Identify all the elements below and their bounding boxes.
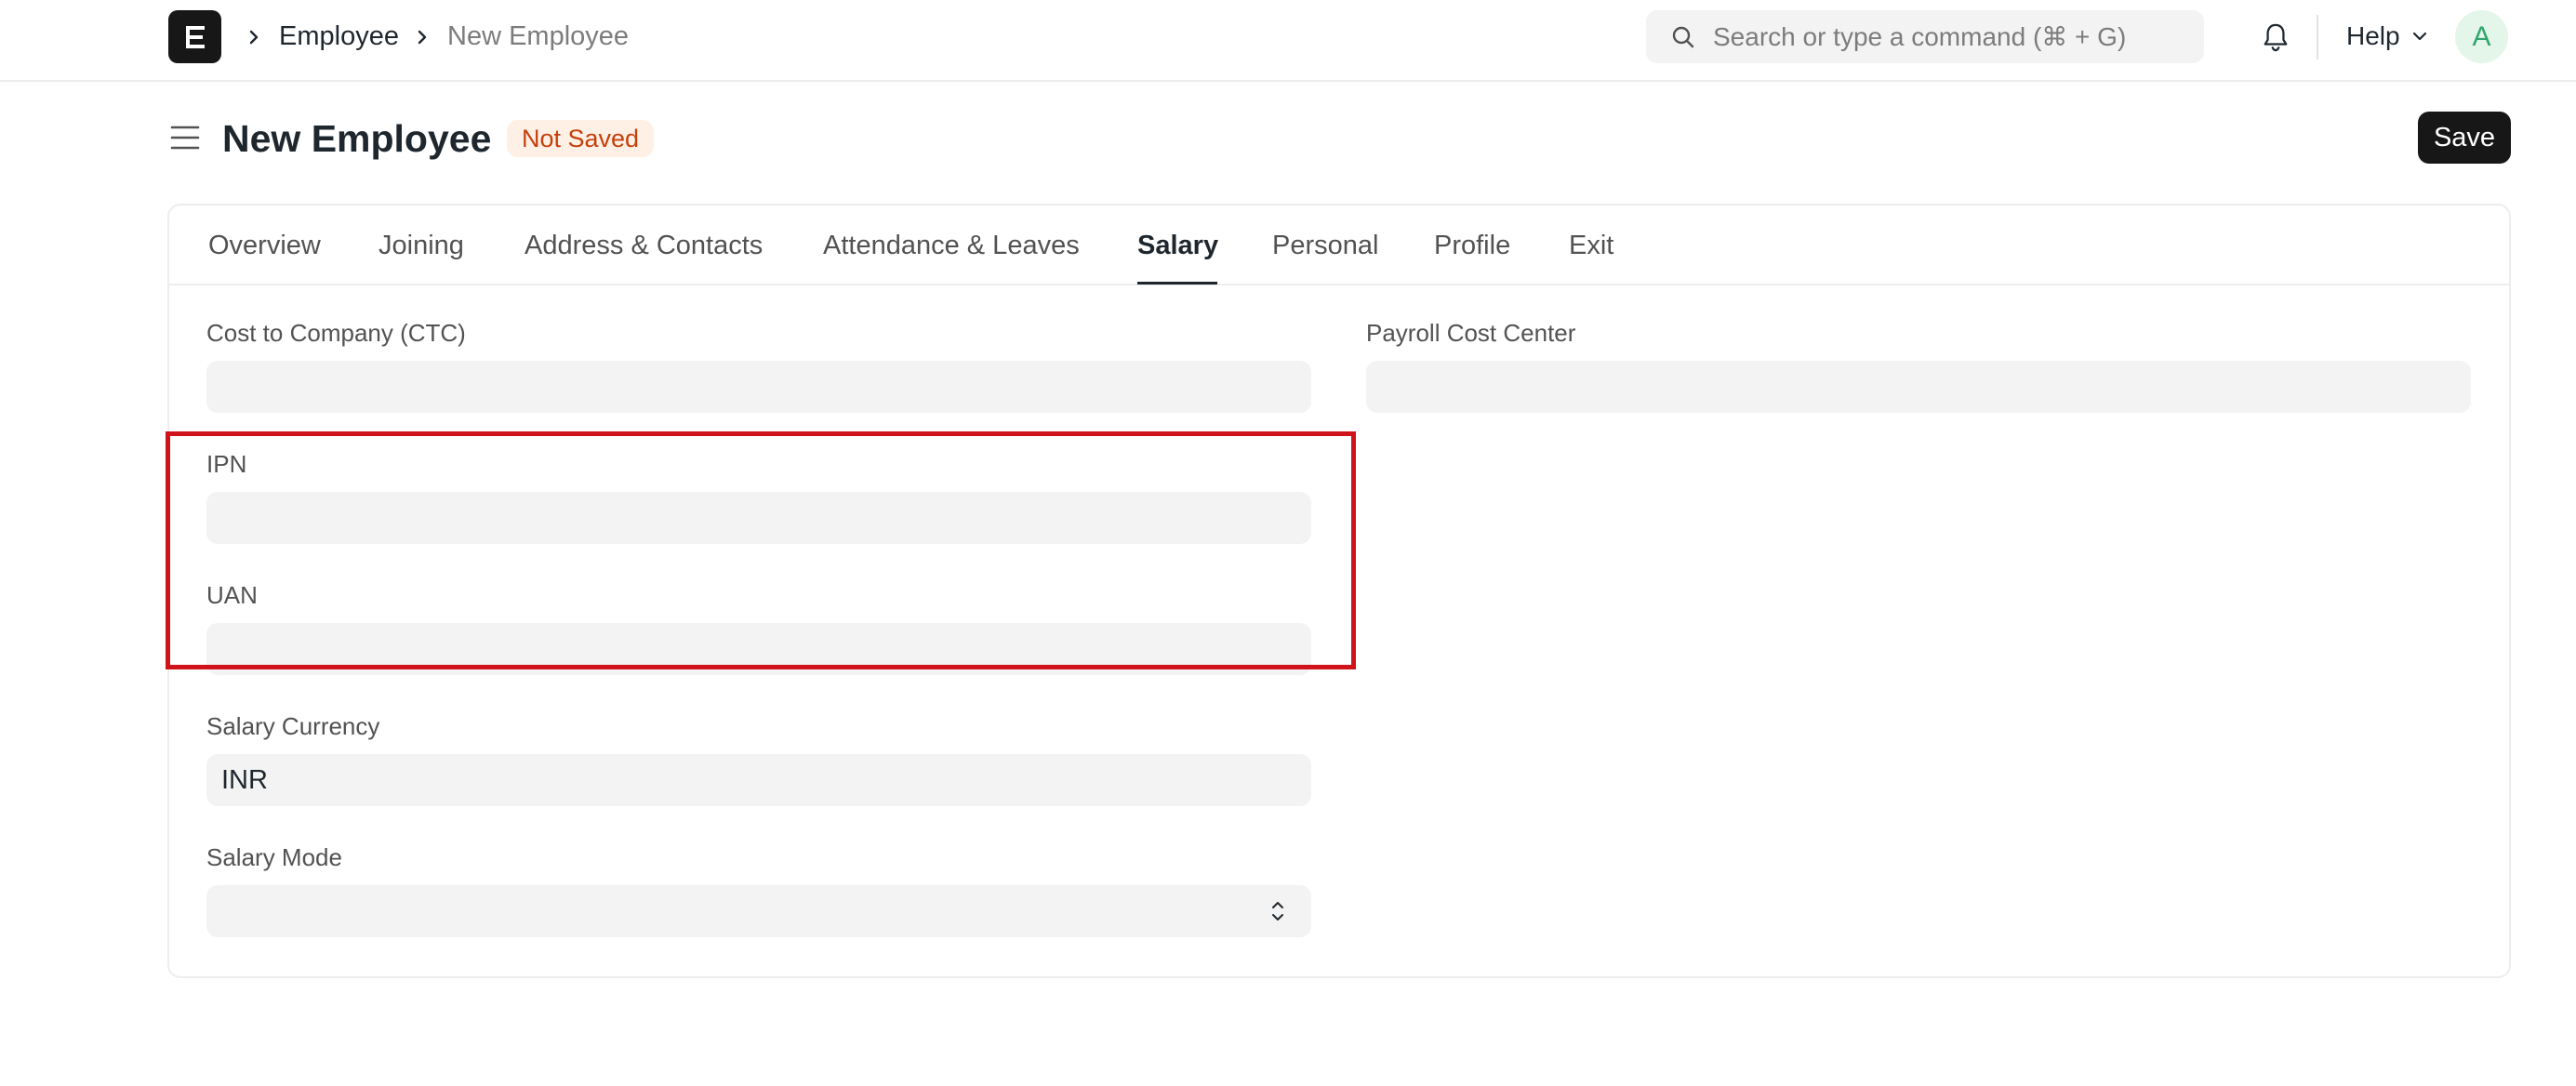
ipn-input[interactable] [206, 492, 1311, 544]
tab-personal[interactable]: Personal [1272, 228, 1378, 263]
page-title: New Employee [222, 117, 492, 160]
chevron-down-icon [2412, 32, 2426, 41]
salary-mode-select[interactable] [206, 885, 1311, 937]
navbar-divider [2317, 15, 2318, 60]
tab-address-contacts[interactable]: Address & Contacts [524, 228, 763, 263]
uan-label: UAN [206, 581, 258, 609]
help-label: Help [2346, 21, 2400, 50]
app-logo[interactable] [168, 10, 221, 63]
tab-profile[interactable]: Profile [1434, 228, 1510, 263]
payroll-cost-center-input[interactable] [1366, 361, 2471, 413]
hamburger-menu-icon[interactable] [169, 123, 201, 152]
ctc-label: Cost to Company (CTC) [206, 319, 466, 347]
status-badge: Not Saved [507, 120, 655, 157]
tab-joining[interactable]: Joining [378, 228, 464, 263]
ipn-label: IPN [206, 450, 247, 478]
search-icon [1670, 24, 1696, 50]
active-tab-indicator [1137, 282, 1217, 285]
form-card: Overview Joining Address & Contacts Atte… [167, 204, 2511, 978]
form-tabs: Overview Joining Address & Contacts Atte… [169, 205, 2509, 285]
salary-currency-label: Salary Currency [206, 712, 380, 740]
salary-currency-input[interactable]: INR [206, 754, 1311, 806]
uan-input[interactable] [206, 623, 1311, 675]
select-arrows-icon [1270, 898, 1285, 924]
salary-currency-value: INR [221, 765, 268, 795]
payroll-cost-center-label: Payroll Cost Center [1366, 319, 1576, 347]
notification-bell-icon[interactable] [2258, 19, 2293, 56]
chevron-right-icon [245, 24, 263, 50]
search-placeholder: Search or type a command (⌘ + G) [1713, 22, 2127, 51]
salary-mode-label: Salary Mode [206, 843, 342, 871]
app-logo-icon [185, 25, 205, 48]
user-avatar[interactable]: A [2455, 10, 2508, 63]
tab-attendance-leaves[interactable]: Attendance & Leaves [823, 228, 1080, 263]
top-navbar: Employee New Employee Search or type a c… [0, 0, 2576, 82]
breadcrumb-employee[interactable]: Employee [279, 19, 399, 54]
chevron-right-icon [413, 24, 432, 50]
save-button[interactable]: Save [2418, 112, 2511, 164]
tab-overview[interactable]: Overview [208, 228, 321, 263]
search-bar[interactable]: Search or type a command (⌘ + G) [1646, 10, 2204, 63]
help-dropdown[interactable]: Help [2346, 19, 2428, 54]
tab-salary[interactable]: Salary [1137, 228, 1218, 263]
tab-exit[interactable]: Exit [1569, 228, 1613, 263]
ctc-input[interactable] [206, 361, 1311, 413]
breadcrumb-new-employee[interactable]: New Employee [447, 19, 629, 54]
